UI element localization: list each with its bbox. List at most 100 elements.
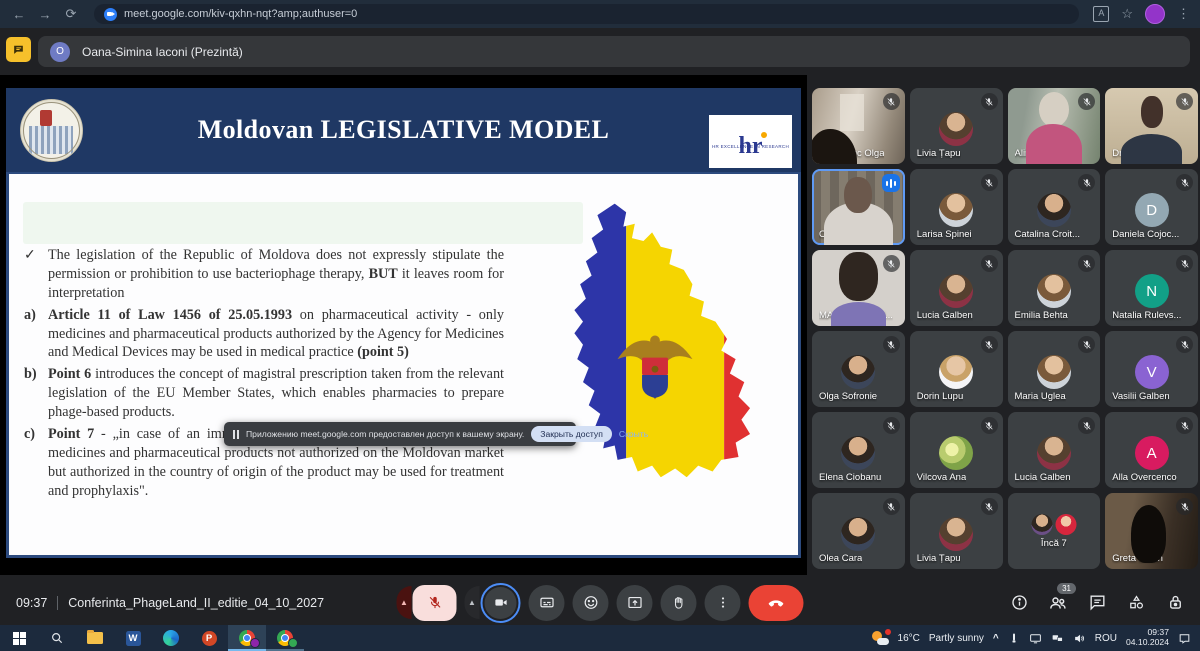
action-center-icon[interactable] [1178, 632, 1191, 645]
mic-off-icon [981, 417, 998, 434]
mic-off-icon [981, 255, 998, 272]
participant-tile[interactable]: Maria Uglea [1008, 331, 1101, 407]
stop-sharing-button[interactable]: Закрыть доступ [531, 426, 612, 442]
taskbar-chrome-active[interactable] [228, 625, 266, 651]
participant-tile[interactable]: Greta Balan [1105, 493, 1198, 569]
mic-options-chevron-icon[interactable]: ▲ [397, 586, 412, 619]
activities-icon [1127, 593, 1146, 612]
usb-device-icon[interactable] [1008, 632, 1020, 644]
translate-icon[interactable]: A [1093, 6, 1109, 22]
participant-tile[interactable]: DDaniela Cojoc... [1105, 169, 1198, 245]
weather-icon[interactable] [872, 631, 889, 645]
participant-tile[interactable]: Catalina Croit... [1008, 169, 1101, 245]
shared-screen-stage: Moldovan LEGISLATIVE MODEL hr HR EXCELLE… [0, 75, 807, 575]
participant-tile[interactable]: NNatalia Rulevs... [1105, 250, 1198, 326]
participant-name: Lucia Galben [1015, 472, 1071, 483]
participant-tile[interactable]: Livia Țapu [910, 88, 1003, 164]
participant-tile[interactable]: Elena Ciobanu [812, 412, 905, 488]
annotation-extension-icon[interactable] [6, 37, 31, 62]
volume-icon[interactable] [1073, 632, 1086, 645]
participant-tile[interactable]: Dmitri Iunac [1105, 88, 1198, 164]
participant-name: Natalia Rulevs... [1112, 310, 1181, 321]
reactions-button[interactable] [573, 585, 609, 621]
network-icon[interactable] [1051, 632, 1064, 645]
bookmark-star-icon[interactable]: ☆ [1121, 6, 1133, 22]
taskbar-search-button[interactable] [38, 625, 76, 651]
participant-name: Catalina Croit... [1015, 229, 1080, 240]
mic-off-icon [1176, 417, 1193, 434]
browser-toolbar: ← → ⟳ meet.google.com/kiv-qxhn-nqt?amp;a… [0, 0, 1200, 28]
participant-tile[interactable]: Dorin Lupu [910, 331, 1003, 407]
participant-name: Olea Cara [819, 553, 862, 564]
participant-tile[interactable]: Lucia Galben [910, 250, 1003, 326]
mic-mute-button[interactable] [413, 585, 457, 621]
captions-button[interactable] [529, 585, 565, 621]
participant-tile[interactable]: MARIA EUGEN... [812, 250, 905, 326]
chrome-profile-badge [250, 638, 260, 648]
cast-display-icon[interactable] [1029, 632, 1042, 645]
participant-tile[interactable]: Olea Cara [812, 493, 905, 569]
browser-profile-avatar[interactable] [1145, 4, 1165, 24]
participant-tile[interactable]: Oana-Simina I... [812, 169, 905, 245]
tray-expand-icon[interactable]: ^ [993, 633, 999, 644]
browser-menu-icon[interactable]: ⋮ [1177, 6, 1190, 22]
presenter-avatar: O [50, 42, 70, 62]
host-controls-button[interactable] [1164, 592, 1186, 614]
participant-avatar [939, 274, 973, 308]
address-bar[interactable]: meet.google.com/kiv-qxhn-nqt?amp;authuse… [94, 4, 1079, 24]
hide-notice-link[interactable]: Скрыть [619, 429, 648, 439]
hr-logo-dot [761, 132, 767, 138]
taskbar-chrome-second[interactable] [266, 625, 304, 651]
more-options-button[interactable] [705, 585, 741, 621]
participant-initial-avatar: V [1135, 355, 1169, 389]
participant-tile[interactable]: Emilia Behta [1008, 250, 1101, 326]
weather-temp[interactable]: 16°C [898, 633, 920, 644]
mic-off-icon [1176, 498, 1193, 515]
mic-off-icon [981, 498, 998, 515]
more-options-icon [715, 595, 730, 610]
taskbar-word[interactable]: W [114, 625, 152, 651]
raise-hand-button[interactable] [661, 585, 697, 621]
mic-off-icon [1176, 255, 1193, 272]
participant-tile[interactable]: Lucia Galben [1008, 412, 1101, 488]
camera-options-chevron-icon[interactable]: ▲ [465, 586, 480, 619]
info-button[interactable] [1008, 592, 1030, 614]
taskbar-edge[interactable] [152, 625, 190, 651]
taskbar-clock[interactable]: 09:37 04.10.2024 [1126, 628, 1169, 648]
participant-tile[interactable]: Larisa Spinei [910, 169, 1003, 245]
screen-share-notice: Приложению meet.google.com предоставлен … [224, 422, 576, 446]
participant-tile[interactable]: Olga Sofronie [812, 331, 905, 407]
slide-highlight-band [23, 202, 583, 244]
participant-name: Încă 7 [1041, 538, 1067, 549]
taskbar-powerpoint[interactable]: P [190, 625, 228, 651]
activities-button[interactable] [1125, 592, 1147, 614]
end-call-button[interactable] [749, 585, 804, 621]
weather-desc[interactable]: Partly sunny [929, 633, 984, 644]
start-button[interactable] [0, 625, 38, 651]
participant-tile[interactable]: VVasilii Galben [1105, 331, 1198, 407]
back-icon[interactable]: ← [10, 7, 28, 22]
participant-tile[interactable]: Livia Țapu [910, 493, 1003, 569]
present-screen-button[interactable] [617, 585, 653, 621]
camera-button[interactable] [485, 587, 517, 619]
people-icon [1048, 593, 1068, 613]
reload-icon[interactable]: ⟳ [62, 6, 80, 22]
taskbar-file-explorer[interactable] [76, 625, 114, 651]
end-call-icon [767, 593, 786, 612]
presenter-banner[interactable]: O Oana-Simina Iaconi (Prezintă) [38, 36, 1190, 67]
participant-name: Daniela Cojoc... [1112, 229, 1179, 240]
participant-count-badge: 31 [1057, 583, 1076, 594]
participant-tile[interactable]: Vilcova Ana [910, 412, 1003, 488]
participant-tile[interactable]: Burduniuc Olga [812, 88, 905, 164]
chat-button[interactable] [1086, 592, 1108, 614]
participant-tile[interactable]: Încă 7 [1008, 493, 1101, 569]
language-indicator[interactable]: ROU [1095, 633, 1117, 644]
participant-tile[interactable]: AAlla Overcenco [1105, 412, 1198, 488]
emoji-icon [582, 594, 599, 611]
people-button[interactable]: 31 [1047, 592, 1069, 614]
mic-off-icon [1176, 174, 1193, 191]
participant-tile[interactable]: Alina Ferdohleb [1008, 88, 1101, 164]
forward-icon[interactable]: → [36, 7, 54, 22]
pause-icon[interactable] [233, 430, 239, 439]
participant-name: Burduniuc Olga [819, 148, 884, 159]
